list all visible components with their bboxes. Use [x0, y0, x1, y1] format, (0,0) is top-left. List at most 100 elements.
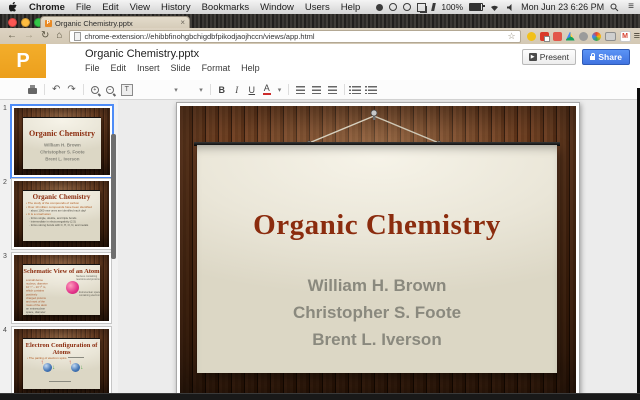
chrome-menu-icon[interactable]: ≡ [634, 31, 640, 42]
thumb2-bullets: The study of the compounds of carbon Ove… [26, 202, 101, 228]
thumb1-title: Organic Chemistry [23, 129, 102, 138]
slide-number: 4 [3, 327, 7, 334]
extension-icon-6[interactable] [592, 32, 601, 41]
share-button[interactable]: Share [582, 49, 630, 65]
menubar-item-view[interactable]: View [130, 2, 150, 13]
slide-title[interactable]: Organic Chemistry [197, 209, 557, 242]
redo-icon[interactable]: ↷ [67, 85, 75, 95]
address-bar[interactable]: chrome-extension://ehibbfinohgbchigdbfpi… [69, 30, 520, 43]
menubar-item-window[interactable]: Window [260, 2, 294, 13]
thumbnail-slide-background: Electron Configuration of Atoms The pair… [14, 329, 109, 393]
text-color-chevron-icon[interactable]: ▾ [278, 86, 282, 94]
notification-center-icon[interactable]: ≡ [628, 2, 634, 12]
document-title[interactable]: Organic Chemistry.pptx [85, 48, 199, 60]
extension-icon-3[interactable] [553, 32, 562, 41]
reload-icon[interactable]: ↻ [41, 31, 49, 41]
slide-thumbnail-3[interactable]: Schematic View of an Atom a small dense … [11, 252, 112, 324]
window-close-button[interactable] [8, 18, 17, 27]
menubar-item-history[interactable]: History [161, 2, 191, 13]
thumbnail-slide-background: Organic Chemistry William H. Brown Chris… [14, 108, 110, 175]
menubar-item-help[interactable]: Help [341, 2, 361, 13]
backup-status-icon[interactable] [376, 4, 383, 11]
text-color-button[interactable]: A [263, 84, 271, 95]
window-minimize-button[interactable] [21, 18, 30, 27]
current-slide[interactable]: Organic Chemistry William H. Brown Chris… [176, 102, 580, 398]
slide-number: 1 [3, 105, 7, 112]
gmail-icon[interactable]: M [620, 31, 631, 42]
google-drive-icon[interactable] [566, 32, 575, 41]
share-label: Share [598, 52, 622, 62]
volume-icon[interactable] [506, 3, 515, 12]
app-menu-slide[interactable]: Slide [171, 63, 191, 73]
slides-app-logo[interactable]: P [0, 44, 46, 78]
callout-label: Extranuclear space containing electrons [79, 291, 101, 297]
zoom-out-icon[interactable]: − [106, 86, 114, 94]
app-menu-format[interactable]: Format [202, 63, 231, 73]
bluetooth-icon[interactable] [431, 3, 436, 11]
font-family-dropdown[interactable]: ▾ [140, 84, 178, 96]
back-icon[interactable]: ← [7, 31, 17, 41]
app-menubar: File Edit Insert Slide Format Help [85, 63, 260, 73]
address-url[interactable]: chrome-extension://ehibbfinohgbchigdbfpi… [84, 32, 504, 41]
app-menu-help[interactable]: Help [241, 63, 260, 73]
text-box-icon[interactable]: T [121, 84, 133, 96]
menubar-item-bookmarks[interactable]: Bookmarks [202, 2, 250, 13]
slide-authors[interactable]: William H. Brown Christopher S. Foote Br… [197, 272, 557, 353]
lock-icon [590, 56, 595, 60]
slide-thumbnail-2[interactable]: Organic Chemistry The study of the compo… [11, 178, 112, 250]
zoom-in-icon[interactable]: + [91, 86, 99, 94]
thumbnail-poster: Schematic View of an Atom a small dense … [23, 264, 101, 315]
apple-menu-icon[interactable] [9, 2, 18, 13]
toolbar-separator [344, 84, 345, 95]
thumbnail-poster: Electron Configuration of Atoms The pair… [23, 338, 101, 389]
underline-button[interactable]: U [248, 85, 256, 95]
wifi-icon[interactable] [489, 3, 500, 12]
thumb1-authors: William H. Brown Christopher S. Foote Br… [23, 142, 102, 163]
slide-thumbnail-4[interactable]: Electron Configuration of Atoms The pair… [11, 326, 112, 393]
align-center-icon[interactable] [312, 86, 321, 94]
menubar-item-chrome[interactable]: Chrome [29, 2, 65, 13]
bookmark-star-icon[interactable]: ☆ [508, 32, 516, 41]
menubar-clock[interactable]: Mon Jun 23 6:26 PM [521, 2, 604, 12]
align-right-icon[interactable] [328, 86, 337, 94]
displays-icon[interactable] [417, 3, 426, 12]
menubar-item-users[interactable]: Users [305, 2, 330, 13]
filmstrip-scrollbar[interactable] [111, 134, 116, 259]
italic-button[interactable]: I [233, 85, 241, 95]
print-icon[interactable] [28, 88, 37, 94]
bold-button[interactable]: B [218, 85, 226, 95]
menubar-item-file[interactable]: File [76, 2, 91, 13]
slide-wood-background: Organic Chemistry William H. Brown Chris… [180, 106, 576, 394]
clock-status-icon[interactable] [403, 3, 411, 11]
tab-close-icon[interactable]: × [180, 19, 185, 27]
electron-sphere [71, 363, 80, 372]
slide-number: 3 [3, 253, 7, 260]
bullet-line: The study of the compounds of carbon [26, 202, 101, 206]
menubar-item-edit[interactable]: Edit [102, 2, 118, 13]
forward-icon[interactable]: → [24, 31, 34, 41]
present-button[interactable]: ▶ Present [522, 49, 576, 65]
screen: Chrome File Edit View History Bookmarks … [0, 0, 640, 400]
screenshare-icon[interactable] [605, 32, 616, 41]
spotlight-icon[interactable] [610, 3, 619, 12]
app-menu-file[interactable]: File [85, 63, 100, 73]
app-menu-edit[interactable]: Edit [111, 63, 127, 73]
numbered-list-icon[interactable] [352, 86, 361, 94]
notification-status-icon[interactable] [389, 3, 397, 11]
slide-thumbnail-1[interactable]: Organic Chemistry William H. Brown Chris… [10, 104, 114, 179]
extension-icon-5[interactable] [579, 32, 588, 41]
author-line: William H. Brown [197, 272, 557, 299]
home-icon[interactable]: ⌂ [56, 31, 62, 41]
battery-icon[interactable] [469, 3, 483, 11]
align-left-icon[interactable] [296, 86, 305, 94]
font-size-dropdown[interactable]: ▾ [185, 84, 203, 96]
undo-icon[interactable]: ↶ [52, 85, 60, 95]
spin-up-arrow: ↑ [69, 360, 72, 366]
extension-icon-1[interactable] [527, 32, 536, 41]
extension-icon-2[interactable] [540, 32, 549, 41]
author-line: William H. Brown [23, 142, 102, 149]
toolbar-separator [210, 84, 211, 95]
app-menu-insert[interactable]: Insert [137, 63, 160, 73]
author-line: Brent L. Iverson [197, 326, 557, 353]
bulleted-list-icon[interactable] [368, 86, 377, 94]
